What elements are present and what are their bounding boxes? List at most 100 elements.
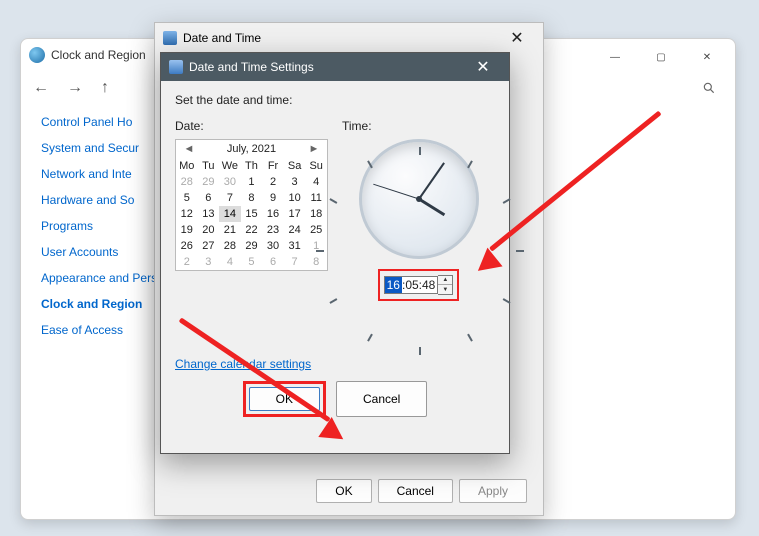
- clock-hand-h: [418, 198, 445, 216]
- dlg-instruction: Set the date and time:: [175, 93, 495, 107]
- cal-dow: Tu: [198, 158, 220, 174]
- analog-clock: [359, 139, 479, 259]
- calendar-day[interactable]: 8: [241, 190, 263, 206]
- clock-tick: [516, 250, 524, 252]
- time-label: Time:: [342, 119, 495, 133]
- minimize-button[interactable]: —: [593, 43, 637, 71]
- calendar-day[interactable]: 28: [219, 238, 241, 254]
- calendar-day[interactable]: 13: [198, 206, 220, 222]
- cal-prev-button[interactable]: ◄: [182, 143, 196, 155]
- dlg-close-button[interactable]: ✕: [465, 57, 501, 77]
- clock-tick: [502, 198, 510, 204]
- calendar-day[interactable]: 22: [241, 222, 263, 238]
- calendar-day[interactable]: 18: [305, 206, 327, 222]
- cal-dow: Su: [305, 158, 327, 174]
- clock-tick: [502, 298, 510, 304]
- calendar-day[interactable]: 15: [241, 206, 263, 222]
- cal-next-button[interactable]: ►: [307, 143, 321, 155]
- calendar-day[interactable]: 7: [219, 190, 241, 206]
- calendar-day[interactable]: 30: [219, 174, 241, 190]
- clock-hand-m: [418, 162, 445, 199]
- time-hours[interactable]: 16: [385, 277, 402, 293]
- calendar-day[interactable]: 3: [198, 254, 220, 270]
- spinner-up[interactable]: ▲: [438, 276, 452, 285]
- cal-dow: Th: [241, 158, 263, 174]
- clock-tick: [419, 147, 421, 155]
- control-panel-icon: [29, 47, 45, 63]
- up-button[interactable]: ↑: [101, 79, 109, 97]
- calendar-day[interactable]: 8: [305, 254, 327, 270]
- calendar-day[interactable]: 1: [241, 174, 263, 190]
- calendar-day[interactable]: 19: [176, 222, 198, 238]
- calendar-day[interactable]: 31: [284, 238, 306, 254]
- calendar-day[interactable]: 12: [176, 206, 198, 222]
- dt-ok-button[interactable]: OK: [316, 479, 371, 503]
- cal-month-label[interactable]: July, 2021: [227, 143, 276, 155]
- calendar-day[interactable]: 11: [305, 190, 327, 206]
- calendar-day[interactable]: 29: [198, 174, 220, 190]
- clock-tick: [316, 250, 324, 252]
- time-field-highlight: 16 :05:48 ▲ ▼: [378, 269, 460, 301]
- calendar-day[interactable]: 6: [198, 190, 220, 206]
- calendar-day[interactable]: 30: [262, 238, 284, 254]
- close-button[interactable]: ✕: [685, 43, 729, 71]
- dt-title: Date and Time: [183, 31, 499, 45]
- calendar-day[interactable]: 4: [219, 254, 241, 270]
- calendar-day[interactable]: 3: [284, 174, 306, 190]
- calendar-day[interactable]: 4: [305, 174, 327, 190]
- cal-dow: Mo: [176, 158, 198, 174]
- cal-dow: We: [219, 158, 241, 174]
- calendar-day[interactable]: 5: [241, 254, 263, 270]
- calendar-day[interactable]: 20: [198, 222, 220, 238]
- calendar-day[interactable]: 29: [241, 238, 263, 254]
- date-time-icon: [163, 31, 177, 45]
- clock-tick: [419, 347, 421, 355]
- forward-button[interactable]: →: [67, 79, 83, 97]
- calendar[interactable]: ◄ July, 2021 ► MoTuWeThFrSaSu 2829301234…: [175, 139, 328, 271]
- calendar-day[interactable]: 5: [176, 190, 198, 206]
- calendar-day[interactable]: 28: [176, 174, 198, 190]
- dlg-title: Date and Time Settings: [189, 60, 465, 74]
- calendar-day[interactable]: 2: [176, 254, 198, 270]
- cal-dow: Sa: [284, 158, 306, 174]
- time-spinner[interactable]: ▲ ▼: [438, 275, 453, 295]
- calendar-day[interactable]: 9: [262, 190, 284, 206]
- time-input[interactable]: 16 :05:48: [384, 276, 439, 294]
- dt-titlebar: Date and Time ✕: [155, 23, 543, 53]
- calendar-grid: MoTuWeThFrSaSu 2829301234567891011121314…: [176, 158, 327, 270]
- date-label: Date:: [175, 119, 328, 133]
- clock-tick: [329, 198, 337, 204]
- calendar-day[interactable]: 23: [262, 222, 284, 238]
- dlg-cancel-button[interactable]: Cancel: [336, 381, 427, 417]
- calendar-day[interactable]: 14: [219, 206, 241, 222]
- calendar-day[interactable]: 6: [262, 254, 284, 270]
- calendar-day[interactable]: 7: [284, 254, 306, 270]
- back-button[interactable]: ←: [33, 79, 49, 97]
- dlg-titlebar[interactable]: Date and Time Settings ✕: [161, 53, 509, 81]
- clock-tick: [367, 160, 373, 168]
- calendar-day[interactable]: 10: [284, 190, 306, 206]
- calendar-day[interactable]: 27: [198, 238, 220, 254]
- clock-hand-s: [373, 184, 419, 200]
- calendar-day[interactable]: 2: [262, 174, 284, 190]
- date-column: Date: ◄ July, 2021 ► MoTuWeThFrSaSu 2829…: [175, 119, 328, 301]
- calendar-day[interactable]: 17: [284, 206, 306, 222]
- time-minutes-seconds[interactable]: :05:48: [402, 277, 437, 293]
- calendar-day[interactable]: 26: [176, 238, 198, 254]
- dt-close-button[interactable]: ✕: [499, 26, 535, 50]
- clock-tick: [367, 334, 373, 342]
- search-icon[interactable]: [695, 77, 723, 99]
- clock-tick: [467, 334, 473, 342]
- cal-dow: Fr: [262, 158, 284, 174]
- date-time-settings-dialog: Date and Time Settings ✕ Set the date an…: [160, 52, 510, 454]
- time-column: Time: 16 :05:48 ▲ ▼: [342, 119, 495, 301]
- spinner-down[interactable]: ▼: [438, 285, 452, 294]
- calendar-day[interactable]: 21: [219, 222, 241, 238]
- maximize-button[interactable]: ▢: [639, 43, 683, 71]
- calendar-day[interactable]: 24: [284, 222, 306, 238]
- calendar-day[interactable]: 25: [305, 222, 327, 238]
- clock-tick: [329, 298, 337, 304]
- dt-cancel-button[interactable]: Cancel: [378, 479, 453, 503]
- calendar-day[interactable]: 16: [262, 206, 284, 222]
- dt-apply-button[interactable]: Apply: [459, 479, 527, 503]
